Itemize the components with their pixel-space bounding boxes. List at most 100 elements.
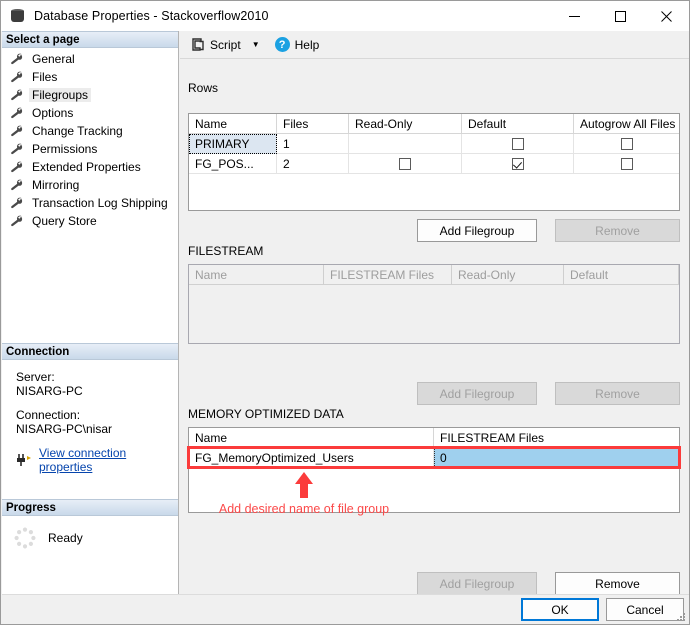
sidebar-item-label: Permissions <box>29 142 100 156</box>
view-connection-properties-link[interactable]: View connection properties <box>39 446 178 474</box>
connection-info: Server: NISARG-PC Connection: NISARG-PC\… <box>2 362 178 474</box>
annotation-text: Add desired name of file group <box>204 501 404 518</box>
sidebar-item-label: General <box>29 52 78 66</box>
wrench-icon <box>10 197 24 210</box>
column-header-default[interactable]: Default <box>462 114 574 134</box>
rows-section-label: Rows <box>188 81 218 95</box>
ok-button[interactable]: OK <box>521 598 599 621</box>
table-row[interactable]: PRIMARY 1 <box>189 134 679 154</box>
cell-name[interactable]: FG_MemoryOptimized_Users <box>189 448 434 468</box>
column-header-autogrow[interactable]: Autogrow All Files <box>574 114 679 134</box>
sidebar-item-label: Change Tracking <box>29 124 126 138</box>
sidebar-item-general[interactable]: General <box>2 50 178 68</box>
window-title: Database Properties - Stackoverflow2010 <box>34 9 269 23</box>
help-label: Help <box>295 38 320 52</box>
minimize-icon[interactable] <box>551 1 597 31</box>
annotation-arrow-icon <box>292 471 316 499</box>
connection-label: Connection: <box>16 408 178 422</box>
wrench-icon <box>10 53 24 66</box>
connection-header: Connection <box>2 343 178 360</box>
sidebar-item-mirroring[interactable]: Mirroring <box>2 176 178 194</box>
cell-filestream-files[interactable]: 0 <box>434 448 679 468</box>
memory-optimized-add-filegroup-button: Add Filegroup <box>417 572 537 595</box>
sidebar-item-query-store[interactable]: Query Store <box>2 212 178 230</box>
progress-header: Progress <box>2 499 178 516</box>
rows-grid[interactable]: Name Files Read-Only Default Autogrow Al… <box>188 113 680 211</box>
cancel-button[interactable]: Cancel <box>606 598 684 621</box>
cell-default[interactable] <box>462 134 574 154</box>
default-checkbox[interactable] <box>512 158 524 170</box>
rows-grid-header: Name Files Read-Only Default Autogrow Al… <box>189 114 679 134</box>
view-connection-properties-row[interactable]: View connection properties <box>16 446 178 474</box>
script-button[interactable]: Script <box>187 34 244 56</box>
sidebar-item-label: Filegroups <box>29 88 91 102</box>
wrench-icon <box>10 161 24 174</box>
wrench-icon <box>10 215 24 228</box>
wrench-icon <box>10 89 24 102</box>
script-label: Script <box>210 38 241 52</box>
sidebar-item-filegroups[interactable]: Filegroups <box>2 86 178 104</box>
column-header-read-only[interactable]: Read-Only <box>349 114 462 134</box>
connection-value: NISARG-PC\nisar <box>16 422 178 436</box>
filestream-grid-header: Name FILESTREAM Files Read-Only Default <box>189 265 679 285</box>
help-button[interactable]: ? Help <box>264 34 323 56</box>
sidebar-item-label: Query Store <box>29 214 100 228</box>
database-properties-dialog: Database Properties - Stackoverflow2010 … <box>0 0 690 625</box>
progress-info: Ready <box>2 517 178 549</box>
column-header-read-only: Read-Only <box>452 265 564 285</box>
column-header-files[interactable]: Files <box>277 114 349 134</box>
cell-files[interactable]: 1 <box>277 134 349 154</box>
wrench-icon <box>10 125 24 138</box>
table-row[interactable]: FG_POS... 2 <box>189 154 679 174</box>
left-panel: Select a page General Files Filegroups O… <box>2 31 179 594</box>
wrench-icon <box>10 71 24 84</box>
server-label: Server: <box>16 370 178 384</box>
read-only-checkbox[interactable] <box>399 158 411 170</box>
resize-grip[interactable] <box>674 610 686 622</box>
rows-add-filegroup-button[interactable]: Add Filegroup <box>417 219 537 242</box>
column-header-name[interactable]: Name <box>189 114 277 134</box>
cell-default[interactable] <box>462 154 574 174</box>
autogrow-checkbox[interactable] <box>621 138 633 150</box>
sidebar-item-permissions[interactable]: Permissions <box>2 140 178 158</box>
sidebar-item-files[interactable]: Files <box>2 68 178 86</box>
cell-autogrow[interactable] <box>574 134 679 154</box>
cell-name[interactable]: PRIMARY <box>189 134 277 154</box>
sidebar-item-label: Mirroring <box>29 178 82 192</box>
sidebar-item-label: Transaction Log Shipping <box>29 196 171 210</box>
sidebar-item-transaction-log-shipping[interactable]: Transaction Log Shipping <box>2 194 178 212</box>
column-header-name: Name <box>189 265 324 285</box>
cell-autogrow[interactable] <box>574 154 679 174</box>
database-icon <box>10 8 26 24</box>
default-checkbox[interactable] <box>512 138 524 150</box>
rows-remove-button: Remove <box>555 219 680 242</box>
maximize-icon[interactable] <box>597 1 643 31</box>
plug-icon <box>16 453 34 467</box>
cell-read-only[interactable] <box>349 134 462 154</box>
spinner-icon <box>14 527 36 549</box>
sidebar-item-change-tracking[interactable]: Change Tracking <box>2 122 178 140</box>
memory-optimized-grid-header: Name FILESTREAM Files <box>189 428 679 448</box>
cell-name[interactable]: FG_POS... <box>189 154 277 174</box>
chevron-down-icon[interactable]: ▼ <box>252 40 260 49</box>
sidebar-item-options[interactable]: Options <box>2 104 178 122</box>
autogrow-checkbox[interactable] <box>621 158 633 170</box>
filestream-add-filegroup-button: Add Filegroup <box>417 382 537 405</box>
filestream-grid: Name FILESTREAM Files Read-Only Default <box>188 264 680 344</box>
column-header-filestream-files: FILESTREAM Files <box>324 265 452 285</box>
memory-optimized-remove-button[interactable]: Remove <box>555 572 680 595</box>
wrench-icon <box>10 143 24 156</box>
server-value: NISARG-PC <box>16 384 178 398</box>
column-header-name[interactable]: Name <box>189 428 434 448</box>
page-list: General Files Filegroups Options Change … <box>2 48 178 230</box>
close-icon[interactable] <box>643 1 689 31</box>
column-header-filestream-files[interactable]: FILESTREAM Files <box>434 428 679 448</box>
filestream-section-label: FILESTREAM <box>188 244 263 258</box>
sidebar-item-extended-properties[interactable]: Extended Properties <box>2 158 178 176</box>
wrench-icon <box>10 179 24 192</box>
cell-files[interactable]: 2 <box>277 154 349 174</box>
sidebar-item-label: Extended Properties <box>29 160 144 174</box>
select-a-page-header: Select a page <box>2 31 178 48</box>
cell-read-only[interactable] <box>349 154 462 174</box>
table-row[interactable]: FG_MemoryOptimized_Users 0 <box>189 448 679 468</box>
